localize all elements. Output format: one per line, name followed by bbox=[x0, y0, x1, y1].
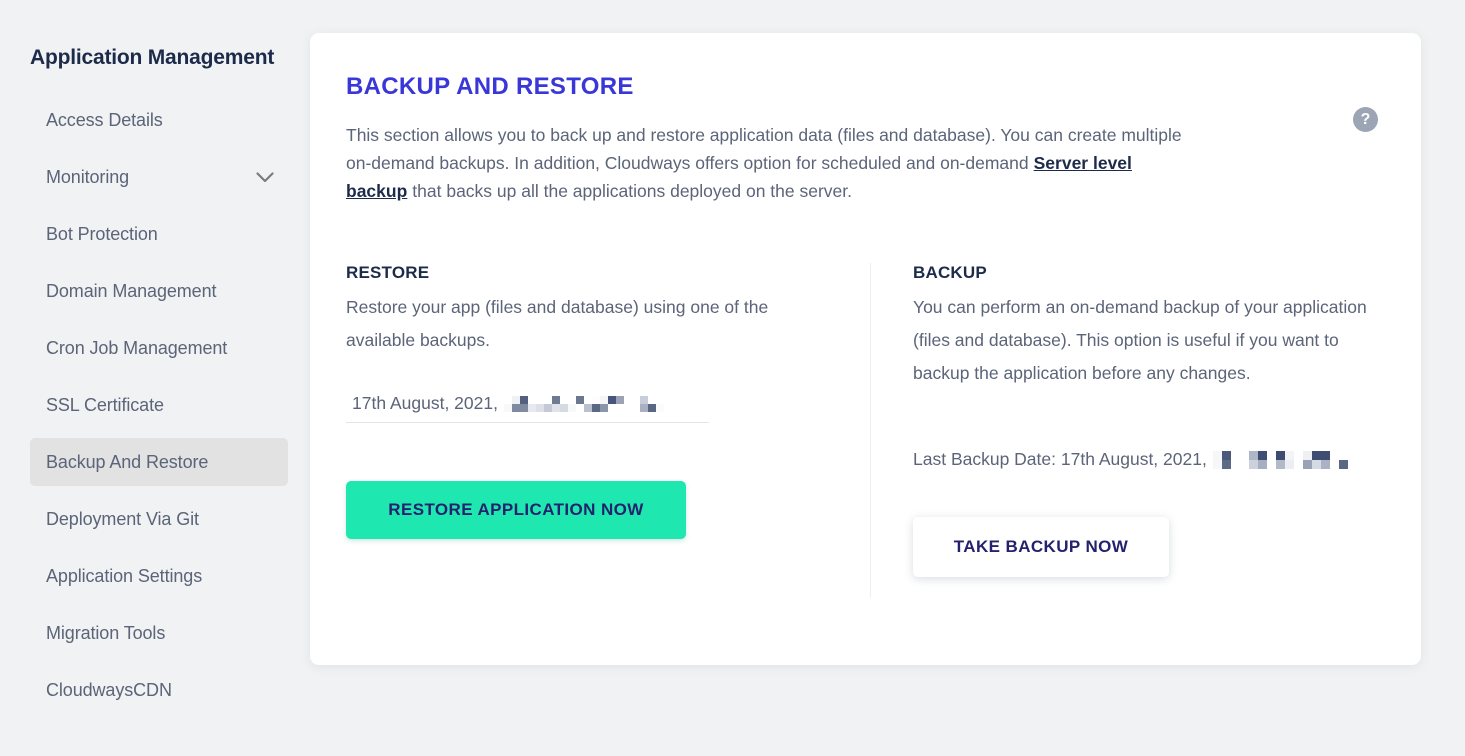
last-backup-date-label: Last Backup Date: 17th August, 2021, bbox=[913, 449, 1207, 469]
sidebar-item-label: Domain Management bbox=[46, 280, 217, 301]
take-backup-button[interactable]: TAKE BACKUP NOW bbox=[913, 517, 1169, 577]
redacted-text-block bbox=[503, 395, 680, 412]
page-title: BACKUP AND RESTORE bbox=[346, 73, 634, 100]
sidebar-item-label: Migration Tools bbox=[46, 622, 166, 643]
chevron-down-icon[interactable] bbox=[256, 171, 274, 183]
sidebar-item-label: CloudwaysCDN bbox=[46, 679, 172, 700]
backup-heading: BACKUP bbox=[913, 263, 987, 282]
sidebar-item-cloudwayscdn[interactable]: CloudwaysCDN bbox=[30, 666, 288, 714]
sidebar-item-application-settings[interactable]: Application Settings bbox=[30, 552, 288, 600]
sidebar-item-ssl-certificate[interactable]: SSL Certificate bbox=[30, 381, 288, 429]
sidebar-item-label: Application Settings bbox=[46, 565, 203, 586]
sidebar-item-label: Deployment Via Git bbox=[46, 508, 199, 529]
sidebar-item-backup-and-restore[interactable]: Backup And Restore bbox=[30, 438, 288, 486]
backup-restore-card: ? BACKUP AND RESTORE This section allows… bbox=[310, 33, 1421, 665]
sidebar-item-label: Cron Job Management bbox=[46, 337, 228, 358]
sidebar-item-label: Bot Protection bbox=[46, 223, 158, 244]
sidebar-item-bot-protection[interactable]: Bot Protection bbox=[30, 210, 288, 258]
card-columns: RESTORE Restore your app (files and data… bbox=[346, 263, 1385, 598]
redacted-text-block bbox=[1212, 450, 1357, 469]
restore-description: Restore your app (files and database) us… bbox=[346, 297, 769, 350]
backup-description: You can perform an on-demand backup of y… bbox=[913, 297, 1367, 383]
app-root: Application Management Access Details Mon… bbox=[0, 0, 1465, 756]
last-backup-date: Last Backup Date: 17th August, 2021, bbox=[913, 449, 1385, 470]
restore-section: RESTORE Restore your app (files and data… bbox=[346, 263, 871, 598]
help-circle-icon[interactable]: ? bbox=[1353, 107, 1378, 132]
restore-heading: RESTORE bbox=[346, 263, 430, 282]
sidebar-item-domain-management[interactable]: Domain Management bbox=[30, 267, 288, 315]
sidebar-item-deployment-via-git[interactable]: Deployment Via Git bbox=[30, 495, 288, 543]
sidebar-item-access-details[interactable]: Access Details bbox=[30, 96, 288, 144]
sidebar-nav-list: Access Details Monitoring Bot Protection Do… bbox=[0, 96, 310, 714]
sidebar: Application Management Access Details Mon… bbox=[0, 0, 310, 756]
backup-section: BACKUP You can perform an on-demand back… bbox=[871, 263, 1385, 598]
sidebar-item-label: Backup And Restore bbox=[46, 451, 209, 472]
sidebar-item-monitoring[interactable]: Monitoring bbox=[30, 153, 288, 201]
sidebar-title: Application Management bbox=[30, 46, 275, 69]
sidebar-item-label: SSL Certificate bbox=[46, 394, 164, 415]
backup-select[interactable]: 17th August, 2021, bbox=[346, 385, 709, 423]
sidebar-item-migration-tools[interactable]: Migration Tools bbox=[30, 609, 288, 657]
backup-select-value: 17th August, 2021, bbox=[352, 393, 498, 413]
card-description-part2: that backs up all the applications deplo… bbox=[412, 181, 853, 201]
card-description: This section allows you to back up and r… bbox=[346, 121, 1206, 205]
sidebar-item-label: Monitoring bbox=[46, 166, 130, 187]
sidebar-item-cron-job-management[interactable]: Cron Job Management bbox=[30, 324, 288, 372]
sidebar-item-label: Access Details bbox=[46, 109, 163, 130]
restore-application-button[interactable]: RESTORE APPLICATION NOW bbox=[346, 481, 686, 539]
